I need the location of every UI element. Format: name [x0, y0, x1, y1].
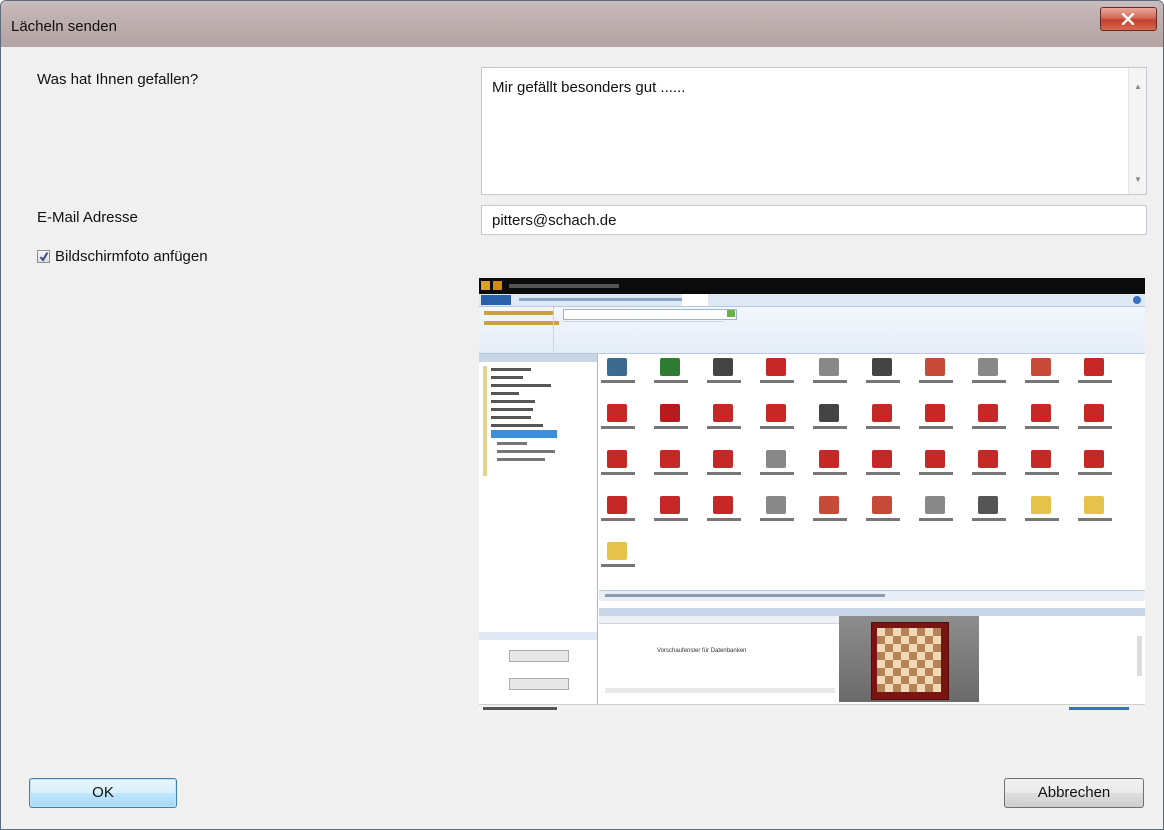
preview-list: Vorschaufenster für Datenbanken — [599, 616, 840, 696]
preview-file-icon — [607, 496, 627, 514]
preview-list-text: Vorschaufenster für Datenbanken — [657, 648, 747, 654]
preview-file-icon — [1031, 496, 1051, 514]
preview-file-icon — [766, 358, 786, 376]
preview-file-icon — [1031, 404, 1051, 422]
ok-button[interactable]: OK — [29, 778, 177, 808]
preview-file-icon — [607, 450, 627, 468]
preview-ribbon — [479, 307, 1145, 354]
preview-titlebar — [479, 278, 1145, 294]
preview-file-icon — [607, 358, 627, 376]
preview-file-icon — [819, 404, 839, 422]
preview-file-icon — [766, 450, 786, 468]
preview-file-icon — [713, 450, 733, 468]
preview-file-icon — [978, 450, 998, 468]
preview-file-icon — [925, 450, 945, 468]
preview-file-icon — [925, 496, 945, 514]
close-button[interactable] — [1100, 7, 1157, 31]
preview-file-icon — [713, 404, 733, 422]
feedback-scrollbar[interactable]: ▲ ▼ — [1128, 68, 1146, 194]
preview-ribbon-tabs — [479, 294, 1145, 307]
preview-file-icon — [660, 404, 680, 422]
preview-file-icon — [819, 496, 839, 514]
preview-file-icon — [872, 450, 892, 468]
email-value: pitters@schach.de — [492, 212, 617, 229]
preview-file-icon — [872, 358, 892, 376]
preview-list-header — [599, 608, 1145, 616]
preview-file-icon — [660, 450, 680, 468]
dialog-window: Lächeln senden Was hat Ihnen gefallen? M… — [0, 0, 1164, 830]
email-label: E-Mail Adresse — [37, 209, 138, 226]
feedback-label: Was hat Ihnen gefallen? — [37, 71, 199, 88]
preview-file-icon — [713, 496, 733, 514]
preview-file-icon — [713, 358, 733, 376]
screenshot-preview: Vorschaufenster für Datenbanken — [479, 278, 1145, 712]
cancel-button[interactable]: Abbrechen — [1004, 778, 1144, 808]
feedback-text: Mir gefällt besonders gut ...... — [492, 79, 686, 96]
dialog-content: Was hat Ihnen gefallen? Mir gefällt beso… — [9, 47, 1155, 821]
title-bar[interactable]: Lächeln senden — [1, 1, 1163, 47]
preview-file-icon — [1084, 450, 1104, 468]
scroll-up-icon[interactable]: ▲ — [1134, 82, 1142, 91]
preview-file-icon — [925, 404, 945, 422]
preview-notation-panel — [979, 616, 1145, 702]
close-icon — [1121, 13, 1135, 25]
scroll-down-icon[interactable]: ▼ — [1134, 175, 1142, 184]
preview-file-icon — [978, 358, 998, 376]
preview-file-icon — [925, 358, 945, 376]
preview-file-icon — [766, 404, 786, 422]
preview-file-icon — [1031, 358, 1051, 376]
preview-file-icon — [607, 542, 627, 560]
screenshot-checkbox[interactable] — [37, 250, 50, 263]
preview-file-icon — [607, 404, 627, 422]
preview-file-icon — [1031, 450, 1051, 468]
preview-icon-grid — [599, 354, 1145, 590]
screenshot-checkbox-label[interactable]: Bildschirmfoto anfügen — [55, 248, 208, 265]
preview-file-icon — [1084, 358, 1104, 376]
preview-file-icon — [660, 496, 680, 514]
preview-board-panel — [839, 616, 979, 702]
preview-file-icon — [978, 496, 998, 514]
preview-file-icon — [819, 450, 839, 468]
preview-file-icon — [872, 404, 892, 422]
window-title: Lächeln senden — [11, 18, 117, 35]
preview-file-icon — [766, 496, 786, 514]
checkmark-icon — [39, 251, 49, 262]
feedback-textarea[interactable]: Mir gefällt besonders gut ...... ▲ ▼ — [481, 67, 1147, 195]
preview-file-icon — [978, 404, 998, 422]
preview-statusbar — [479, 704, 1145, 712]
preview-file-icon — [660, 358, 680, 376]
email-field[interactable]: pitters@schach.de — [481, 205, 1147, 235]
preview-file-icon — [1084, 496, 1104, 514]
preview-toolbar — [599, 590, 1145, 601]
preview-file-icon — [819, 358, 839, 376]
preview-file-icon — [1084, 404, 1104, 422]
preview-file-icon — [872, 496, 892, 514]
preview-tree-panel — [479, 354, 598, 704]
